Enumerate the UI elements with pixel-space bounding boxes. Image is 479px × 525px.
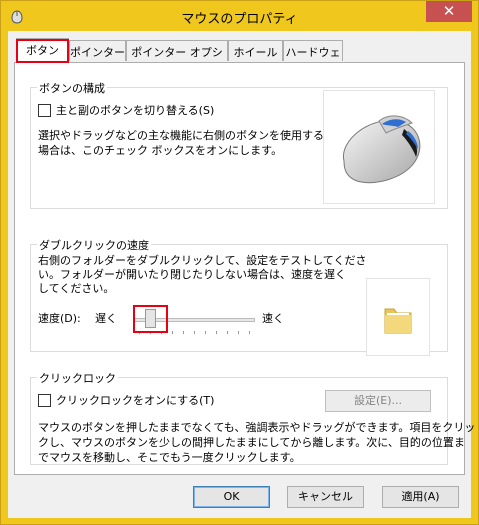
folder-icon bbox=[384, 308, 412, 334]
window-title: マウスのプロパティ bbox=[181, 12, 298, 27]
slider-tick bbox=[205, 331, 206, 334]
close-icon: ✕ bbox=[442, 2, 456, 20]
double-click-desc-line1: 右側のフォルダーをダブルクリックして、設定をテストしてくださ bbox=[38, 254, 367, 267]
tab-pointer[interactable]: ポインター bbox=[69, 40, 126, 61]
slider-tick bbox=[216, 331, 217, 334]
mouse-properties-window: マウスのプロパティ ✕ ボタン ポインター ポインター オプション ホイール ハ… bbox=[0, 0, 479, 525]
tab-pointer-options[interactable]: ポインター オプション bbox=[126, 40, 228, 75]
tab-wheel[interactable]: ホイール bbox=[228, 40, 283, 61]
fast-label: 速く bbox=[262, 312, 284, 325]
tab-hardware[interactable]: ハードウェア bbox=[283, 40, 343, 75]
tab-buttons[interactable]: ボタン bbox=[16, 38, 69, 63]
double-click-desc-line2: い。フォルダーが開いたり閉じたりしない場合は、速度を遅く bbox=[38, 268, 346, 281]
slow-label: 遅く bbox=[95, 312, 117, 325]
dialog-client: ボタン ポインター ポインター オプション ホイール ハードウェア ボタンの構成… bbox=[8, 31, 475, 518]
tab-label: ポインター bbox=[70, 46, 125, 59]
button-config-desc-line2: 場合は、このチェック ボックスをオンにします。 bbox=[38, 144, 283, 157]
slider-tick bbox=[194, 331, 195, 334]
test-folder-area[interactable] bbox=[366, 278, 430, 356]
double-click-group-label: ダブルクリックの速度 bbox=[37, 237, 151, 253]
click-lock-group-label: クリックロック bbox=[37, 370, 118, 386]
mouse-illustration bbox=[323, 90, 435, 204]
double-click-desc-line3: してください。 bbox=[38, 282, 115, 295]
tab-label: ボタン bbox=[26, 44, 59, 57]
cancel-label: キャンセル bbox=[298, 490, 353, 503]
cancel-button[interactable]: キャンセル bbox=[287, 486, 364, 508]
mouse-image-icon bbox=[343, 115, 421, 184]
slider-tick bbox=[238, 331, 239, 334]
slider-tick bbox=[249, 331, 250, 334]
switch-buttons-checkbox[interactable] bbox=[38, 104, 51, 117]
button-config-group-label: ボタンの構成 bbox=[37, 80, 107, 96]
double-click-group: ダブルクリックの速度 右側のフォルダーをダブルクリックして、設定をテストしてくだ… bbox=[30, 237, 448, 356]
slider-tick bbox=[172, 331, 173, 334]
tab-panel-buttons: ボタンの構成 主と副のボタンを切り替える(S) 選択やドラッグなどの主な機能に右… bbox=[14, 62, 475, 475]
click-lock-checkbox[interactable] bbox=[38, 394, 51, 407]
button-config-group: ボタンの構成 主と副のボタンを切り替える(S) 選択やドラッグなどの主な機能に右… bbox=[30, 80, 448, 209]
click-lock-desc-line3: でマウスを移動し、そこでもう一度クリックします。 bbox=[38, 451, 301, 464]
tab-label: ホイール bbox=[233, 46, 278, 59]
click-lock-label[interactable]: クリックロックをオンにする(T) bbox=[56, 394, 214, 408]
click-lock-desc-line2: クし、マウスのボタンを少しの間押したままにしてから離します。次に、目的の位置ま bbox=[38, 436, 465, 449]
click-lock-desc-line1: マウスのボタンを押したままでなくても、強調表示やドラッグができます。項目をクリッ bbox=[38, 421, 476, 434]
close-button[interactable]: ✕ bbox=[426, 1, 472, 22]
slider-tick bbox=[227, 331, 228, 334]
slider-highlight-box bbox=[133, 305, 168, 333]
switch-buttons-label[interactable]: 主と副のボタンを切り替える(S) bbox=[56, 104, 214, 118]
ok-button[interactable]: OK bbox=[193, 486, 270, 508]
button-config-desc-line1: 選択やドラッグなどの主な機能に右側のボタンを使用する bbox=[38, 129, 324, 142]
apply-label: 適用(A) bbox=[401, 490, 440, 503]
apply-button[interactable]: 適用(A) bbox=[382, 486, 459, 508]
ok-label: OK bbox=[223, 490, 240, 503]
click-lock-settings-button[interactable]: 設定(E)... bbox=[325, 390, 431, 412]
speed-label: 速度(D): bbox=[38, 312, 81, 325]
title-bar[interactable]: マウスのプロパティ ✕ bbox=[1, 1, 478, 31]
click-lock-group: クリックロック クリックロックをオンにする(T) 設定(E)... マウスのボタ… bbox=[30, 370, 475, 465]
settings-button-label: 設定(E)... bbox=[353, 394, 403, 407]
slider-tick bbox=[183, 331, 184, 334]
